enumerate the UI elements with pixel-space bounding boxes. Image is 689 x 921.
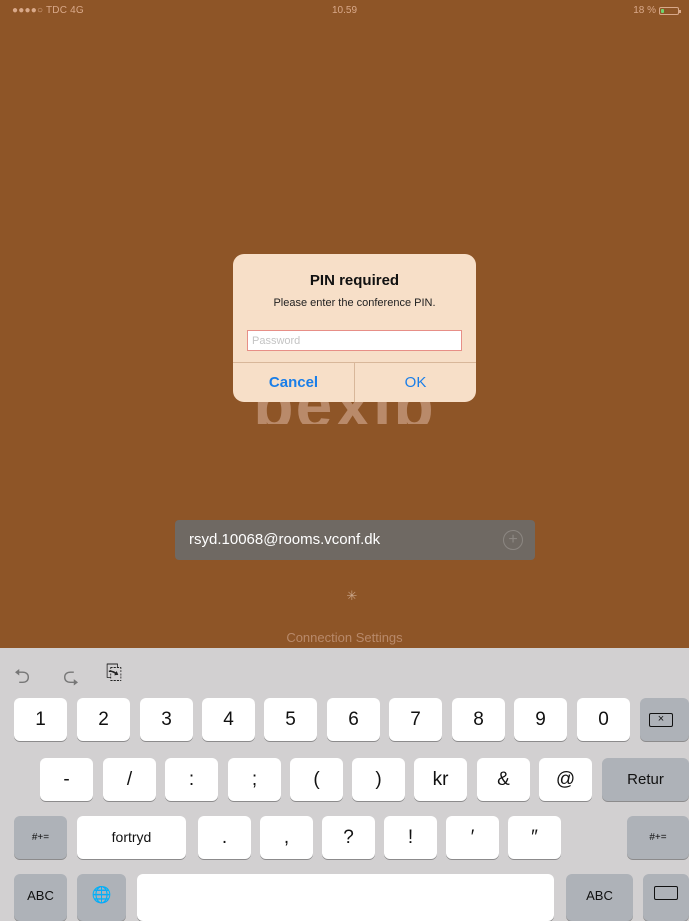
key-4[interactable]: 4 [202,698,255,741]
connection-settings-link[interactable]: Connection Settings [0,630,689,645]
key-3[interactable]: 3 [140,698,193,741]
key-2[interactable]: 2 [77,698,130,741]
add-icon[interactable]: + [503,530,523,550]
key-exclamation[interactable]: ! [384,816,437,859]
battery-icon [659,6,681,15]
loading-spinner-icon: ✳ [346,588,358,603]
clock: 10.59 [331,5,358,16]
key-8[interactable]: 8 [452,698,505,741]
key-semicolon[interactable]: ; [228,758,281,801]
keyboard-dismiss-icon [654,885,678,900]
undo-icon[interactable]: ⮌ [14,662,30,696]
undo-key[interactable]: fortryd [77,816,186,859]
key-quote[interactable]: ″ [508,816,561,859]
key-ampersand[interactable]: & [477,758,530,801]
shift-symbols-key-right[interactable]: #+= [627,816,689,859]
hide-keyboard-key[interactable] [643,874,689,921]
keyboard-shortcut-bar: ⮌ ⮎ ⎘ [0,648,689,696]
cancel-button[interactable]: Cancel [233,363,355,402]
shift-symbols-key[interactable]: #+= [14,816,67,859]
battery-level [661,8,664,13]
key-7[interactable]: 7 [389,698,442,741]
onscreen-keyboard: ⮌ ⮎ ⎘ 1 2 3 4 5 6 7 8 9 0 × - / : ; ( ) … [0,648,689,921]
key-slash[interactable]: / [103,758,156,801]
key-colon[interactable]: : [165,758,218,801]
backspace-key[interactable]: × [640,698,689,741]
globe-icon[interactable]: 🌐 [77,874,126,921]
dialog-message: Please enter the conference PIN. [273,297,436,309]
status-bar: ●●●●○ TDC 4G 10.59 18 % [0,0,689,20]
key-close-paren[interactable]: ) [352,758,405,801]
backspace-icon: × [649,713,673,727]
pin-dialog: PIN required Please enter the conference… [233,254,476,402]
key-9[interactable]: 9 [514,698,567,741]
key-open-paren[interactable]: ( [290,758,343,801]
key-0[interactable]: 0 [577,698,630,741]
space-bar[interactable] [137,874,554,921]
key-at[interactable]: @ [539,758,592,801]
paste-icon[interactable]: ⎘ [106,662,122,685]
abc-key-right-label: ABC [586,888,613,903]
key-period[interactable]: . [198,816,251,859]
battery-status: 18 % [633,5,681,16]
abc-key-left[interactable]: ABC [14,874,67,921]
ok-button[interactable]: OK [355,363,476,402]
key-apostrophe[interactable]: ′ [446,816,499,859]
return-key[interactable]: Retur [602,758,689,801]
dialog-title: PIN required [309,272,400,289]
address-value: rsyd.10068@rooms.vconf.dk [189,531,381,548]
key-kr[interactable]: kr [414,758,467,801]
key-1[interactable]: 1 [14,698,67,741]
battery-percent: 18 % [633,5,656,16]
abc-key-right[interactable]: ABC [566,874,633,921]
key-comma[interactable]: , [260,816,313,859]
redo-icon[interactable]: ⮎ [63,662,79,696]
key-dash[interactable]: - [40,758,93,801]
key-question[interactable]: ? [322,816,375,859]
key-5[interactable]: 5 [264,698,317,741]
pin-password-input[interactable] [247,330,462,351]
conference-address-field[interactable]: rsyd.10068@rooms.vconf.dk + [175,520,535,560]
key-6[interactable]: 6 [327,698,380,741]
dialog-actions: Cancel OK [233,362,476,402]
